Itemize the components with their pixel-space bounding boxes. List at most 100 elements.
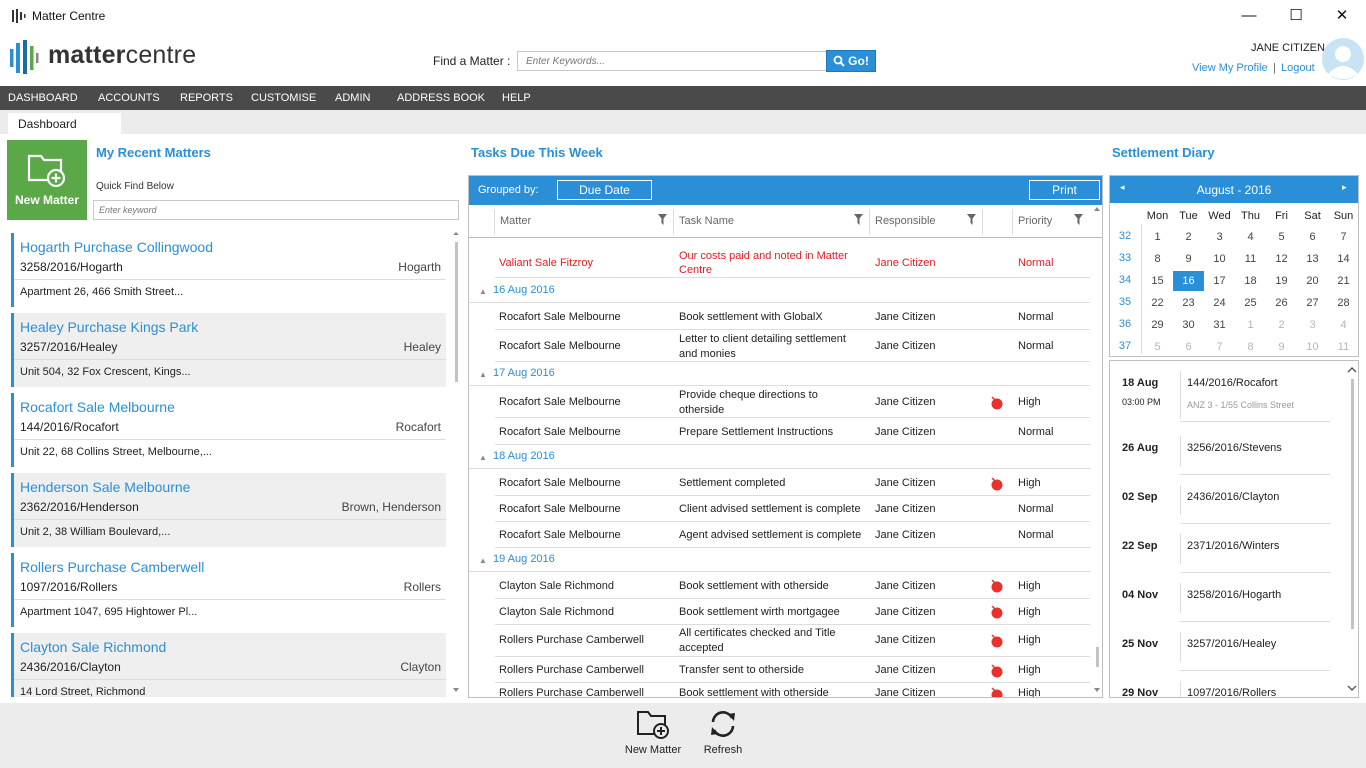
column-priority[interactable]: Priority xyxy=(1018,215,1052,227)
task-matter[interactable]: Rocafort Sale Melbourne xyxy=(499,311,621,323)
filter-icon[interactable] xyxy=(658,214,667,225)
calendar-day[interactable]: 8 xyxy=(1235,337,1266,357)
task-row[interactable]: Rocafort Sale Melbourne Prepare Settleme… xyxy=(495,419,1090,445)
collapse-triangle-icon[interactable]: ▲ xyxy=(479,287,487,296)
diary-matter[interactable]: 3257/2016/Healey xyxy=(1187,638,1276,650)
avatar-icon[interactable] xyxy=(1322,38,1364,80)
logout-link[interactable]: Logout xyxy=(1281,62,1315,74)
filter-icon[interactable] xyxy=(854,214,863,225)
find-matter-input[interactable] xyxy=(517,51,827,71)
calendar-day[interactable]: 4 xyxy=(1235,227,1266,247)
collapse-triangle-icon[interactable]: ▲ xyxy=(479,370,487,379)
matter-title[interactable]: Healey Purchase Kings Park xyxy=(20,319,198,335)
group-header[interactable]: ▲ 16 Aug 2016 xyxy=(469,279,1090,303)
diary-entry[interactable]: 04 Nov 3258/2016/Hogarth xyxy=(1110,579,1330,628)
tab-dashboard[interactable]: Dashboard xyxy=(8,113,121,135)
calendar-day[interactable]: 13 xyxy=(1297,249,1328,269)
calendar-day[interactable]: 10 xyxy=(1297,337,1328,357)
calendar-day[interactable]: 12 xyxy=(1266,249,1297,269)
calendar-day[interactable]: 11 xyxy=(1235,249,1266,269)
calendar-day[interactable]: 14 xyxy=(1328,249,1359,269)
task-matter[interactable]: Clayton Sale Richmond xyxy=(499,580,614,592)
collapse-triangle-icon[interactable]: ▲ xyxy=(479,453,487,462)
group-due-date-button[interactable]: Due Date xyxy=(557,180,652,200)
diary-matter[interactable]: 1097/2016/Rollers xyxy=(1187,687,1276,697)
task-matter[interactable]: Rollers Purchase Camberwell xyxy=(499,634,644,646)
quick-find-input[interactable] xyxy=(93,200,459,220)
task-row[interactable]: Rollers Purchase Camberwell All certific… xyxy=(495,625,1090,657)
task-matter[interactable]: Rocafort Sale Melbourne xyxy=(499,529,621,541)
task-matter[interactable]: Rocafort Sale Melbourne xyxy=(499,426,621,438)
new-matter-tile[interactable]: New Matter xyxy=(7,140,87,220)
task-row[interactable]: Valiant Sale Fitzroy Our costs paid and … xyxy=(495,239,1090,278)
column-task-name[interactable]: Task Name xyxy=(679,215,734,227)
calendar-day[interactable]: 24 xyxy=(1204,293,1235,313)
matter-title[interactable]: Henderson Sale Melbourne xyxy=(20,479,190,495)
diary-matter[interactable]: 2436/2016/Clayton xyxy=(1187,491,1279,503)
calendar-day[interactable]: 18 xyxy=(1235,271,1266,291)
week-number[interactable]: 33 xyxy=(1113,252,1137,264)
calendar-day[interactable]: 6 xyxy=(1173,337,1204,357)
task-matter[interactable]: Rollers Purchase Camberwell xyxy=(499,664,644,676)
task-matter[interactable]: Rollers Purchase Camberwell xyxy=(499,687,644,697)
menu-help[interactable]: HELP xyxy=(502,86,531,110)
group-header[interactable]: ▲ 18 Aug 2016 xyxy=(469,445,1090,469)
calendar-day[interactable]: 9 xyxy=(1266,337,1297,357)
next-month-arrow-icon[interactable]: ▸ xyxy=(1342,182,1347,193)
calendar-day[interactable]: 20 xyxy=(1297,271,1328,291)
diary-entry[interactable]: 29 Nov 1097/2016/Rollers xyxy=(1110,677,1330,697)
task-matter[interactable]: Valiant Sale Fitzroy xyxy=(499,257,593,269)
task-row[interactable]: Rollers Purchase Camberwell Book settlem… xyxy=(495,683,1090,697)
recent-matter-card[interactable]: Healey Purchase Kings Park 3257/2016/Hea… xyxy=(11,313,446,387)
week-number[interactable]: 34 xyxy=(1113,274,1137,286)
task-row[interactable]: Rocafort Sale Melbourne Client advised s… xyxy=(495,496,1090,522)
calendar-day[interactable]: 28 xyxy=(1328,293,1359,313)
calendar-day[interactable]: 1 xyxy=(1235,315,1266,335)
calendar-day[interactable]: 2 xyxy=(1266,315,1297,335)
calendar-day[interactable]: 5 xyxy=(1142,337,1173,357)
diary-entry[interactable]: 02 Sep 2436/2016/Clayton xyxy=(1110,481,1330,530)
diary-matter[interactable]: 2371/2016/Winters xyxy=(1187,540,1279,552)
calendar-day[interactable]: 29 xyxy=(1142,315,1173,335)
calendar-day[interactable]: 7 xyxy=(1204,337,1235,357)
filter-icon[interactable] xyxy=(1074,214,1083,225)
calendar-day[interactable]: 8 xyxy=(1142,249,1173,269)
menu-customise[interactable]: CUSTOMISE xyxy=(251,86,316,110)
calendar-day[interactable]: 17 xyxy=(1204,271,1235,291)
week-number[interactable]: 35 xyxy=(1113,296,1137,308)
refresh-button[interactable]: Refresh xyxy=(688,706,758,761)
maximize-button[interactable]: ☐ xyxy=(1273,0,1319,32)
recent-matter-card[interactable]: Clayton Sale Richmond 2436/2016/Clayton … xyxy=(11,633,446,697)
group-header[interactable]: ▲ 17 Aug 2016 xyxy=(469,362,1090,386)
task-row[interactable]: Rocafort Sale Melbourne Letter to client… xyxy=(495,331,1090,362)
calendar-day[interactable]: 25 xyxy=(1235,293,1266,313)
calendar-day[interactable]: 22 xyxy=(1142,293,1173,313)
calendar-day[interactable]: 31 xyxy=(1204,315,1235,335)
filter-icon[interactable] xyxy=(967,214,976,225)
print-button[interactable]: Print xyxy=(1029,180,1100,200)
calendar-day[interactable]: 7 xyxy=(1328,227,1359,247)
recent-matter-card[interactable]: Henderson Sale Melbourne 2362/2016/Hende… xyxy=(11,473,446,547)
calendar-day[interactable]: 26 xyxy=(1266,293,1297,313)
calendar-day[interactable]: 6 xyxy=(1297,227,1328,247)
recent-matter-card[interactable]: Rollers Purchase Camberwell 1097/2016/Ro… xyxy=(11,553,446,627)
calendar-day[interactable]: 21 xyxy=(1328,271,1359,291)
diary-entry[interactable]: 25 Nov 3257/2016/Healey xyxy=(1110,628,1330,677)
calendar-day[interactable]: 19 xyxy=(1266,271,1297,291)
minimize-button[interactable]: — xyxy=(1226,0,1272,32)
menu-address-book[interactable]: ADDRESS BOOK xyxy=(397,86,485,110)
calendar-day[interactable]: 3 xyxy=(1297,315,1328,335)
view-profile-link[interactable]: View My Profile xyxy=(1192,62,1268,74)
task-row[interactable]: Rocafort Sale Melbourne Book settlement … xyxy=(495,304,1090,330)
matter-title[interactable]: Rocafort Sale Melbourne xyxy=(20,399,175,415)
menu-dashboard[interactable]: DASHBOARD xyxy=(8,86,78,110)
diary-matter[interactable]: 144/2016/Rocafort xyxy=(1187,377,1278,389)
week-number[interactable]: 37 xyxy=(1113,340,1137,352)
task-row[interactable]: Rocafort Sale Melbourne Provide cheque d… xyxy=(495,387,1090,418)
calendar-day[interactable]: 3 xyxy=(1204,227,1235,247)
task-matter[interactable]: Rocafort Sale Melbourne xyxy=(499,340,621,352)
calendar-day[interactable]: 23 xyxy=(1173,293,1204,313)
task-row[interactable]: Clayton Sale Richmond Book settlement wi… xyxy=(495,599,1090,625)
tasks-scrollbar[interactable] xyxy=(1092,206,1102,698)
recent-matters-scrollbar[interactable] xyxy=(452,232,460,697)
